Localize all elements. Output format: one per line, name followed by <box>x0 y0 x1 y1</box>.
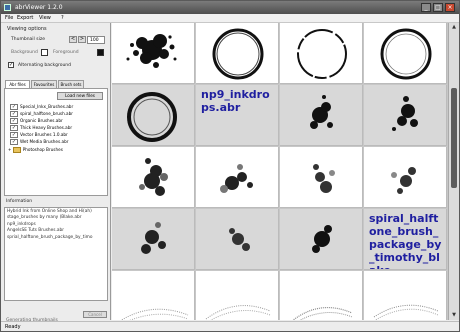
info-line: sprial_halftone_brush_package_by_timo <box>7 234 93 240</box>
brush-file-label: np9_inkdrops.abr <box>201 88 270 114</box>
smoke-thumb <box>391 167 416 194</box>
brush-thumbnail[interactable] <box>196 23 279 84</box>
foreground-label: Foreground <box>53 50 79 55</box>
thumbnail-size-input[interactable]: 100 <box>87 36 105 44</box>
tree-file-row[interactable]: Thick Heavy Brushes.abr <box>10 124 72 131</box>
tree-file-row[interactable]: Vector Brushes 1.0.abr <box>10 131 68 138</box>
viewing-options-title: Viewing options <box>7 26 47 32</box>
ink-splat-thumb <box>126 34 177 68</box>
ink-drop-thumb <box>310 95 333 129</box>
file-name: Vector Brushes 1.0.abr <box>20 132 68 137</box>
brush-thumbnail[interactable] <box>112 85 195 146</box>
status-bar: Ready <box>1 321 459 331</box>
app-window: abrViewer 1.2.0 _ □ × File Export View ?… <box>0 0 460 332</box>
brush-thumbnail[interactable] <box>364 23 447 84</box>
brush-file-label: spiral_halftone_brush_package_by_timothy… <box>369 212 442 269</box>
info-textarea[interactable]: Hybrid Ink from Online Shop and Hi(ah) s… <box>4 207 108 301</box>
smoke-thumb <box>313 164 335 193</box>
folder-icon <box>12 147 21 153</box>
brush-thumbnail[interactable] <box>364 147 447 208</box>
brush-label-cell[interactable]: spiral_halftone_brush_package_by_timothy… <box>364 209 447 270</box>
expand-icon[interactable]: + <box>8 147 11 152</box>
smoke-thumb <box>220 164 253 193</box>
ink-drop-thumb <box>392 96 418 131</box>
brush-thumbnail[interactable] <box>280 85 363 146</box>
scroll-up-icon[interactable]: ▲ <box>449 23 459 32</box>
size-decrease-button[interactable]: < <box>69 36 77 43</box>
background-swatch[interactable] <box>41 49 48 56</box>
brush-thumbnail[interactable] <box>112 209 195 270</box>
brush-thumbnail[interactable] <box>112 271 195 320</box>
tab-brush-sets[interactable]: Brush sets <box>58 80 84 88</box>
scroll-down-icon[interactable]: ▼ <box>449 311 459 320</box>
file-name: Thick Heavy Brushes.abr <box>20 125 73 130</box>
ring-thumb <box>297 29 347 79</box>
brush-label-cell[interactable]: np9_inkdrops.abr <box>196 85 279 146</box>
file-tree-pane: Load new files Special_Inkx_Brushes.abr … <box>4 88 108 196</box>
close-button[interactable]: × <box>445 3 455 12</box>
file-name: Organic Brushes.abr <box>20 118 63 123</box>
file-name: spiral_halftone_brush.abr <box>20 111 74 116</box>
load-files-button[interactable]: Load new files <box>57 92 103 100</box>
brush-app-icon <box>4 4 11 11</box>
menu-help[interactable]: ? <box>61 15 64 21</box>
ring-thumb <box>380 28 432 80</box>
tree-folder-row[interactable]: + Photoshop Brushes <box>8 146 63 153</box>
brush-thumbnail[interactable] <box>280 23 363 84</box>
background-label: Background <box>11 50 38 55</box>
brush-thumbnail[interactable] <box>112 147 195 208</box>
foreground-swatch[interactable] <box>97 49 104 56</box>
smoke-thumb <box>229 228 250 251</box>
halftone-thumb <box>205 305 271 320</box>
size-increase-button[interactable]: > <box>78 36 86 43</box>
halftone-thumb <box>373 304 439 320</box>
tree-file-row[interactable]: Organic Brushes.abr <box>10 117 63 124</box>
folder-name: Photoshop Brushes <box>22 147 63 152</box>
ink-drop-thumb <box>312 225 332 253</box>
title-bar[interactable]: abrViewer 1.2.0 _ □ × <box>1 1 459 14</box>
thumbnail-size-label: Thumbnail size <box>11 37 45 42</box>
brush-thumbnail[interactable] <box>112 23 195 84</box>
halftone-thumb <box>120 308 189 320</box>
window-title: abrViewer 1.2.0 <box>15 4 63 11</box>
ring-thumb <box>127 92 177 142</box>
halftone-thumb <box>292 307 353 320</box>
tree-file-row[interactable]: Special_Inkx_Brushes.abr <box>10 103 73 110</box>
smoke-thumb <box>139 158 168 196</box>
menu-export[interactable]: Export <box>17 15 33 21</box>
tab-abr-files[interactable]: Abr files <box>5 80 30 88</box>
brush-thumbnail[interactable] <box>280 209 363 270</box>
brush-thumbnail[interactable] <box>280 271 363 320</box>
status-text: Ready <box>5 324 21 330</box>
menu-file[interactable]: File <box>5 15 13 21</box>
tab-favourites[interactable]: Favourites <box>31 80 57 88</box>
gallery-scrollbar[interactable]: ▲ ▼ <box>448 23 459 320</box>
brush-thumbnail[interactable] <box>196 147 279 208</box>
alternating-label: Alternating background <box>18 63 72 68</box>
maximize-button[interactable]: □ <box>433 3 443 12</box>
file-icon <box>10 139 18 145</box>
brush-thumbnail[interactable] <box>364 85 447 146</box>
left-panel: Viewing options Thumbnail size < > 100 B… <box>1 23 111 330</box>
smoke-thumb <box>141 222 166 254</box>
brush-thumbnail[interactable] <box>196 209 279 270</box>
info-label: Information <box>6 199 33 204</box>
file-name: Special_Inkx_Brushes.abr <box>20 104 74 109</box>
tree-file-row[interactable]: Wet Media Brushes.abr <box>10 138 68 145</box>
brush-thumbnail[interactable] <box>196 271 279 320</box>
scroll-thumb[interactable] <box>451 88 457 188</box>
menu-bar: File Export View ? <box>1 14 459 23</box>
brush-thumbnail[interactable] <box>364 271 447 320</box>
file-name: Wet Media Brushes.abr <box>20 139 69 144</box>
tree-file-row[interactable]: spiral_halftone_brush.abr <box>10 110 73 117</box>
menu-view[interactable]: View <box>39 15 51 21</box>
minimize-button[interactable]: _ <box>421 3 431 12</box>
ring-thumb <box>212 28 264 80</box>
brush-thumbnail[interactable] <box>280 147 363 208</box>
brush-gallery[interactable]: np9_inkdrops.abr spiral_halftone_brush_p… <box>112 23 448 320</box>
alternating-checkbox[interactable]: ✓ <box>8 62 14 68</box>
cancel-button[interactable]: Cancel <box>83 311 107 318</box>
